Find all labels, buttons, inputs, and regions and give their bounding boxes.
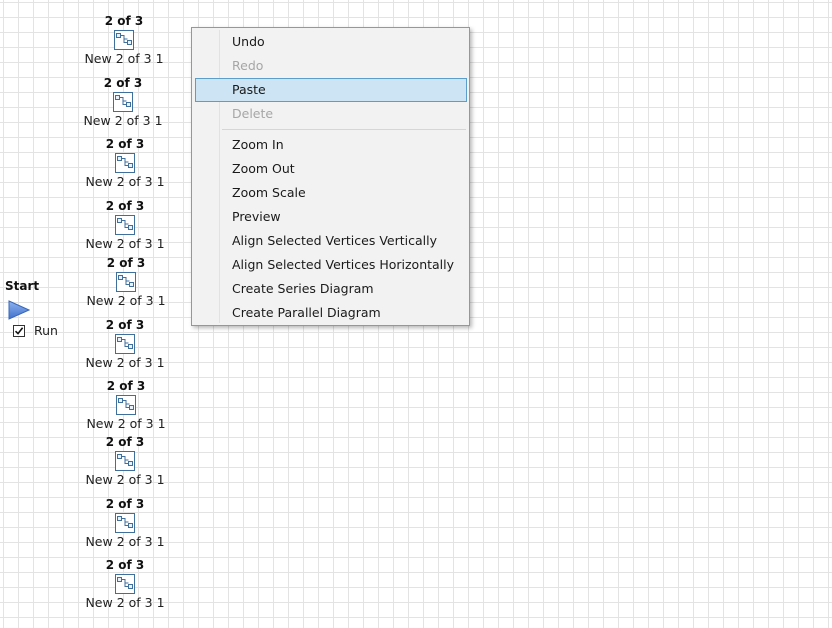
menu-item-align-horizontally[interactable]: Align Selected Vertices Horizontally xyxy=(195,253,467,277)
menu-item-zoom-scale[interactable]: Zoom Scale xyxy=(195,181,467,205)
diagram-node-icon[interactable] xyxy=(115,334,135,354)
node-title: 2 of 3 xyxy=(103,76,143,90)
node-8[interactable]: 2 of 3 New 2 of 3 1 xyxy=(70,435,180,488)
menu-item-create-series-diagram[interactable]: Create Series Diagram xyxy=(195,277,467,301)
node-label: New 2 of 3 1 xyxy=(86,416,166,431)
node-9[interactable]: 2 of 3 New 2 of 3 1 xyxy=(70,497,180,550)
menu-item-preview[interactable]: Preview xyxy=(195,205,467,229)
node-label: New 2 of 3 1 xyxy=(85,472,165,487)
node-label: New 2 of 3 1 xyxy=(84,51,164,66)
node-1[interactable]: 2 of 3 New 2 of 3 1 xyxy=(69,14,179,67)
diagram-node-icon[interactable] xyxy=(115,215,135,235)
menu-item-create-parallel-diagram[interactable]: Create Parallel Diagram xyxy=(195,301,467,325)
node-label: New 2 of 3 1 xyxy=(85,236,165,251)
node-label: New 2 of 3 1 xyxy=(85,174,165,189)
node-3[interactable]: 2 of 3 New 2 of 3 1 xyxy=(70,137,180,190)
node-title: 2 of 3 xyxy=(105,137,145,151)
node-label: New 2 of 3 1 xyxy=(85,355,165,370)
node-label: New 2 of 3 1 xyxy=(85,534,165,549)
menu-item-delete: Delete xyxy=(232,106,274,121)
run-label: Run xyxy=(34,323,58,338)
node-title: 2 of 3 xyxy=(105,558,145,572)
node-title: 2 of 3 xyxy=(105,199,145,213)
menu-item-zoom-out[interactable]: Zoom Out xyxy=(195,157,467,181)
node-5[interactable]: 2 of 3 New 2 of 3 1 xyxy=(71,256,181,309)
play-triangle-icon[interactable] xyxy=(8,300,30,320)
node-label: New 2 of 3 1 xyxy=(86,293,166,308)
run-checkbox[interactable] xyxy=(13,324,25,337)
menu-item-align-vertically[interactable]: Align Selected Vertices Vertically xyxy=(195,229,467,253)
diagram-node-icon[interactable] xyxy=(113,92,133,112)
checkmark-icon xyxy=(14,326,24,335)
run-toggle[interactable]: Run xyxy=(13,323,58,338)
node-title: 2 of 3 xyxy=(105,435,145,449)
node-10[interactable]: 2 of 3 New 2 of 3 1 xyxy=(70,558,180,611)
node-label: New 2 of 3 1 xyxy=(85,595,165,610)
menu-separator xyxy=(222,129,466,130)
start-node[interactable]: Start Run xyxy=(5,279,58,338)
node-7[interactable]: 2 of 3 New 2 of 3 1 xyxy=(71,379,181,432)
node-title: 2 of 3 xyxy=(105,318,145,332)
menu-item-redo: Redo xyxy=(232,58,264,73)
diagram-node-icon[interactable] xyxy=(115,451,135,471)
node-4[interactable]: 2 of 3 New 2 of 3 1 xyxy=(70,199,180,252)
menu-item-paste[interactable]: Paste xyxy=(195,78,467,102)
node-2[interactable]: 2 of 3 New 2 of 3 1 xyxy=(68,76,178,129)
diagram-node-icon[interactable] xyxy=(115,513,135,533)
node-6[interactable]: 2 of 3 New 2 of 3 1 xyxy=(70,318,180,371)
node-title: 2 of 3 xyxy=(104,14,144,28)
start-title: Start xyxy=(5,279,40,293)
node-title: 2 of 3 xyxy=(106,256,146,270)
menu-item-undo[interactable]: Undo xyxy=(195,30,467,54)
context-menu: Undo Redo Paste Delete Zoom In Zoom Out … xyxy=(191,27,470,326)
diagram-node-icon[interactable] xyxy=(114,30,134,50)
node-title: 2 of 3 xyxy=(106,379,146,393)
diagram-node-icon[interactable] xyxy=(116,395,136,415)
node-label: New 2 of 3 1 xyxy=(83,113,163,128)
diagram-node-icon[interactable] xyxy=(115,574,135,594)
diagram-node-icon[interactable] xyxy=(116,272,136,292)
menu-item-zoom-in[interactable]: Zoom In xyxy=(195,133,467,157)
node-title: 2 of 3 xyxy=(105,497,145,511)
diagram-node-icon[interactable] xyxy=(115,153,135,173)
